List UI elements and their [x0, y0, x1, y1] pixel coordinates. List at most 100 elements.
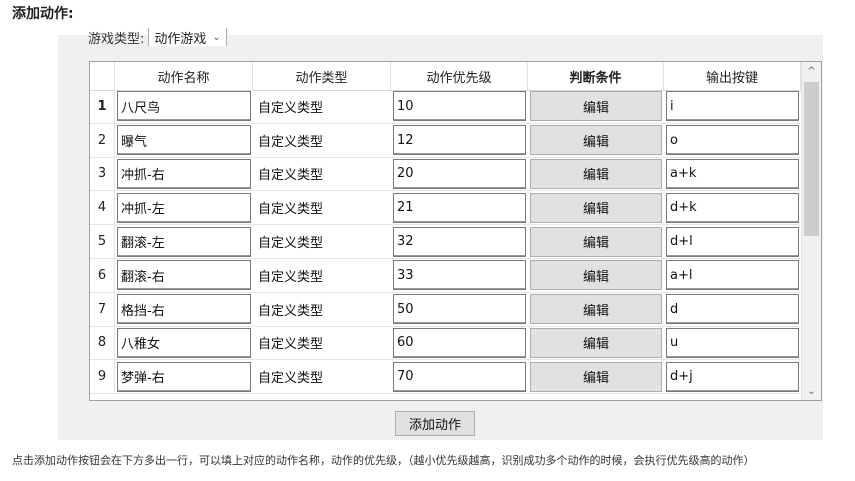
action-name-input[interactable]: 格挡-右 — [117, 294, 251, 325]
output-key-input[interactable]: i — [666, 91, 799, 122]
condition-cell: 编辑 — [528, 360, 664, 393]
priority-cell: 10 — [391, 90, 528, 123]
row-number[interactable]: 1 — [90, 90, 115, 123]
row-number[interactable]: 9 — [90, 360, 115, 394]
output-key-input[interactable]: u — [666, 327, 799, 358]
action-type-cell[interactable]: 自定义类型 — [253, 293, 391, 326]
condition-cell: 编辑 — [528, 158, 664, 191]
action-name-input[interactable]: 冲抓-左 — [117, 192, 251, 223]
column-header-action-name[interactable]: 动作名称 — [115, 62, 253, 90]
row-number[interactable]: 5 — [90, 225, 115, 258]
action-name-input[interactable]: 翻滚-左 — [117, 226, 251, 257]
condition-cell: 编辑 — [528, 191, 664, 224]
edit-condition-button[interactable]: 编辑 — [530, 327, 662, 358]
table-row[interactable]: 6 翻滚-右 自定义类型 33 编辑 a+l — [90, 258, 801, 293]
row-number[interactable]: 6 — [90, 258, 115, 292]
action-name-input[interactable]: 八稚女 — [117, 327, 251, 358]
table-row[interactable]: 2 曝气 自定义类型 12 编辑 o — [90, 123, 801, 158]
action-type-cell[interactable]: 自定义类型 — [253, 124, 391, 157]
edit-condition-button[interactable]: 编辑 — [530, 226, 662, 257]
page-heading: 添加动作: — [12, 6, 74, 22]
table-row[interactable]: 8 八稚女 自定义类型 60 编辑 u — [90, 326, 801, 361]
action-type-value: 自定义类型 — [258, 100, 324, 116]
action-type-cell[interactable]: 自定义类型 — [253, 191, 391, 224]
scrollbar-thumb[interactable] — [804, 82, 819, 236]
action-type-cell[interactable]: 自定义类型 — [253, 90, 391, 123]
action-type-value: 自定义类型 — [258, 269, 324, 285]
output-key-input[interactable]: d+l — [666, 226, 799, 257]
priority-input[interactable]: 33 — [393, 260, 526, 291]
table-row[interactable]: 3 冲抓-右 自定义类型 20 编辑 a+k — [90, 157, 801, 192]
action-name-input[interactable]: 八尺鸟 — [117, 91, 251, 122]
output-key-input[interactable]: d+k — [666, 192, 799, 223]
edit-condition-button[interactable]: 编辑 — [530, 125, 662, 156]
page: 添加动作: 游戏类型: 动作游戏 ⌄ 动作名称 动作类型 动作优先级 判断条件 … — [0, 0, 855, 481]
output-key-input[interactable]: a+k — [666, 158, 799, 189]
output-key-cell: a+k — [664, 158, 801, 191]
row-number-header — [90, 62, 115, 90]
output-key-cell: i — [664, 90, 801, 123]
priority-cell: 50 — [391, 293, 528, 326]
table-row[interactable]: 7 格挡-右 自定义类型 50 编辑 d — [90, 292, 801, 327]
action-type-cell[interactable]: 自定义类型 — [253, 225, 391, 258]
action-name-cell: 八稚女 — [115, 327, 253, 360]
priority-input[interactable]: 50 — [393, 294, 526, 325]
game-type-row: 游戏类型: 动作游戏 ⌄ — [88, 28, 227, 46]
vertical-scrollbar[interactable]: ^ ⌄ — [801, 62, 821, 400]
edit-condition-button[interactable]: 编辑 — [530, 91, 662, 122]
row-number[interactable]: 2 — [90, 123, 115, 157]
row-number[interactable]: 8 — [90, 326, 115, 360]
table-header: 动作名称 动作类型 动作优先级 判断条件 输出按键 — [90, 62, 801, 91]
add-action-button[interactable]: 添加动作 — [395, 411, 475, 436]
column-header-output-key[interactable]: 输出按键 — [664, 62, 801, 90]
action-name-input[interactable]: 冲抓-右 — [117, 158, 251, 189]
scroll-down-arrow-icon[interactable]: ⌄ — [802, 382, 821, 400]
priority-input[interactable]: 32 — [393, 226, 526, 257]
row-number[interactable]: 3 — [90, 157, 115, 191]
output-key-cell: u — [664, 327, 801, 360]
edit-condition-button[interactable]: 编辑 — [530, 192, 662, 223]
output-key-cell: d+j — [664, 360, 801, 393]
table-row[interactable]: 4 冲抓-左 自定义类型 21 编辑 d+k — [90, 191, 801, 226]
output-key-input[interactable]: d+j — [666, 361, 799, 392]
column-header-condition[interactable]: 判断条件 — [528, 62, 664, 90]
action-name-input[interactable]: 翻滚-右 — [117, 260, 251, 291]
condition-cell: 编辑 — [528, 225, 664, 258]
output-key-input[interactable]: d — [666, 294, 799, 325]
output-key-cell: d — [664, 293, 801, 326]
output-key-input[interactable]: o — [666, 125, 799, 156]
column-header-action-type[interactable]: 动作类型 — [253, 62, 391, 90]
edit-condition-button[interactable]: 编辑 — [530, 294, 662, 325]
table-row[interactable]: 5 翻滚-左 自定义类型 32 编辑 d+l — [90, 225, 801, 259]
priority-input[interactable]: 60 — [393, 327, 526, 358]
priority-cell: 33 — [391, 259, 528, 292]
game-type-select[interactable]: 动作游戏 ⌄ — [148, 28, 227, 47]
edit-condition-button[interactable]: 编辑 — [530, 158, 662, 189]
output-key-input[interactable]: a+l — [666, 260, 799, 291]
action-type-value: 自定义类型 — [258, 168, 324, 184]
action-type-cell[interactable]: 自定义类型 — [253, 360, 391, 393]
row-number[interactable]: 7 — [90, 292, 115, 326]
edit-condition-button[interactable]: 编辑 — [530, 361, 662, 392]
column-header-priority[interactable]: 动作优先级 — [391, 62, 528, 90]
action-name-input[interactable]: 曝气 — [117, 125, 251, 156]
priority-input[interactable]: 21 — [393, 192, 526, 223]
table-row[interactable]: 9 梦弹-右 自定义类型 70 编辑 d+j — [90, 360, 801, 395]
condition-cell: 编辑 — [528, 259, 664, 292]
priority-input[interactable]: 20 — [393, 158, 526, 189]
game-type-label: 游戏类型: — [88, 31, 145, 47]
condition-cell: 编辑 — [528, 124, 664, 157]
action-name-input[interactable]: 梦弹-右 — [117, 361, 251, 392]
scroll-up-arrow-icon[interactable]: ^ — [802, 62, 821, 80]
priority-input[interactable]: 12 — [393, 125, 526, 156]
priority-input[interactable]: 70 — [393, 361, 526, 392]
game-type-value: 动作游戏 — [154, 31, 207, 47]
action-type-cell[interactable]: 自定义类型 — [253, 158, 391, 191]
priority-input[interactable]: 10 — [393, 91, 526, 122]
table-row[interactable]: 1 八尺鸟 自定义类型 10 编辑 i — [90, 90, 801, 124]
priority-cell: 70 — [391, 360, 528, 393]
edit-condition-button[interactable]: 编辑 — [530, 260, 662, 291]
row-number[interactable]: 4 — [90, 191, 115, 225]
action-type-cell[interactable]: 自定义类型 — [253, 327, 391, 360]
action-type-cell[interactable]: 自定义类型 — [253, 259, 391, 292]
